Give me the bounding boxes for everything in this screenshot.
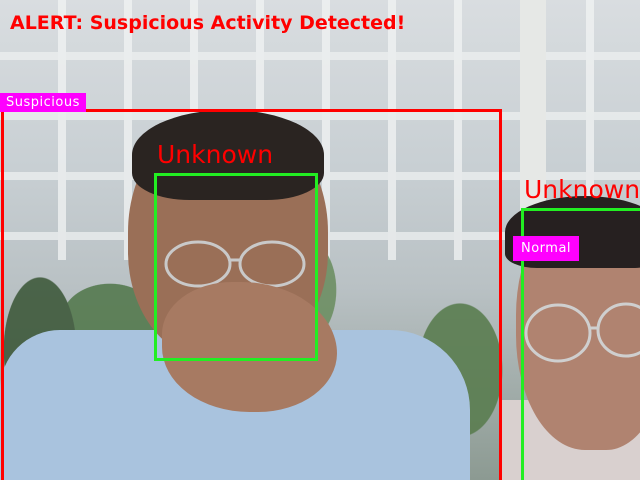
suspicious-label: Suspicious: [0, 93, 86, 112]
face-label-1: Unknown: [157, 140, 274, 169]
face-detection-box-1: [154, 173, 318, 361]
normal-status-label: Normal: [513, 236, 580, 261]
face-label-2: Unknown: [524, 175, 640, 204]
alert-banner: ALERT: Suspicious Activity Detected!: [10, 12, 406, 34]
camera-feed: Suspicious Unknown Unknown Normal ALERT:…: [0, 0, 640, 480]
